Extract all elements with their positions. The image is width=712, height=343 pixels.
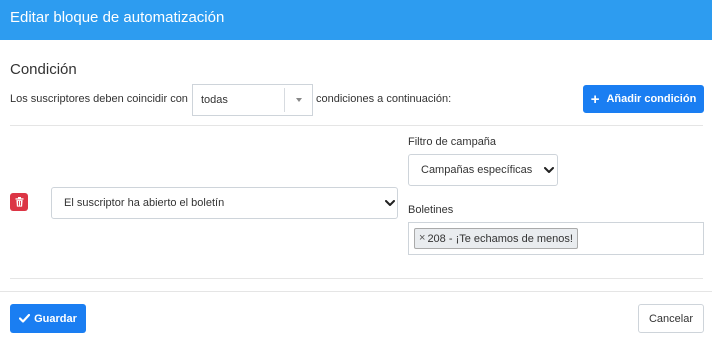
campaign-filter-select[interactable]: Campañas específicas — [408, 154, 558, 186]
plus-icon: + — [590, 90, 600, 108]
match-type-select[interactable]: todas — [192, 84, 313, 116]
cancel-button[interactable]: Cancelar — [638, 304, 704, 333]
modal-header: Editar bloque de automatización — [0, 0, 712, 40]
condition-section-title: Condición — [10, 61, 77, 78]
campaign-filter-value: Campañas específicas — [421, 164, 533, 176]
newsletters-multiselect[interactable]: × 208 - ¡Te echamos de menos! — [408, 222, 704, 255]
chevron-down-icon — [385, 200, 395, 206]
add-condition-button[interactable]: + Añadir condición — [583, 85, 704, 113]
campaign-filter-label: Filtro de campaña — [408, 136, 497, 148]
tag-remove-icon[interactable]: × — [419, 233, 425, 244]
save-label: Guardar — [34, 312, 77, 325]
check-icon — [19, 314, 31, 323]
delete-condition-button[interactable] — [10, 193, 28, 211]
trash-icon — [15, 197, 23, 207]
modal-title: Editar bloque de automatización — [10, 9, 225, 26]
match-type-value: todas — [201, 94, 228, 106]
caret-down-icon[interactable] — [286, 85, 312, 115]
divider — [10, 125, 703, 126]
chevron-down-icon — [544, 167, 554, 173]
footer-divider — [0, 291, 712, 292]
add-condition-label: Añadir condición — [606, 93, 697, 105]
newsletters-label: Boletines — [408, 204, 454, 216]
match-suffix-text: condiciones a continuación: — [316, 93, 452, 105]
condition-type-value: El suscriptor ha abierto el boletín — [64, 197, 225, 209]
cancel-label: Cancelar — [648, 312, 694, 325]
condition-type-select[interactable]: El suscriptor ha abierto el boletín — [51, 187, 398, 219]
newsletter-tag-label: 208 - ¡Te echamos de menos! — [427, 232, 573, 245]
newsletter-tag: × 208 - ¡Te echamos de menos! — [414, 228, 578, 249]
save-button[interactable]: Guardar — [10, 304, 86, 333]
select-divider — [284, 88, 285, 112]
divider — [10, 278, 703, 279]
match-prefix-text: Los suscriptores deben coincidir con — [10, 93, 188, 105]
